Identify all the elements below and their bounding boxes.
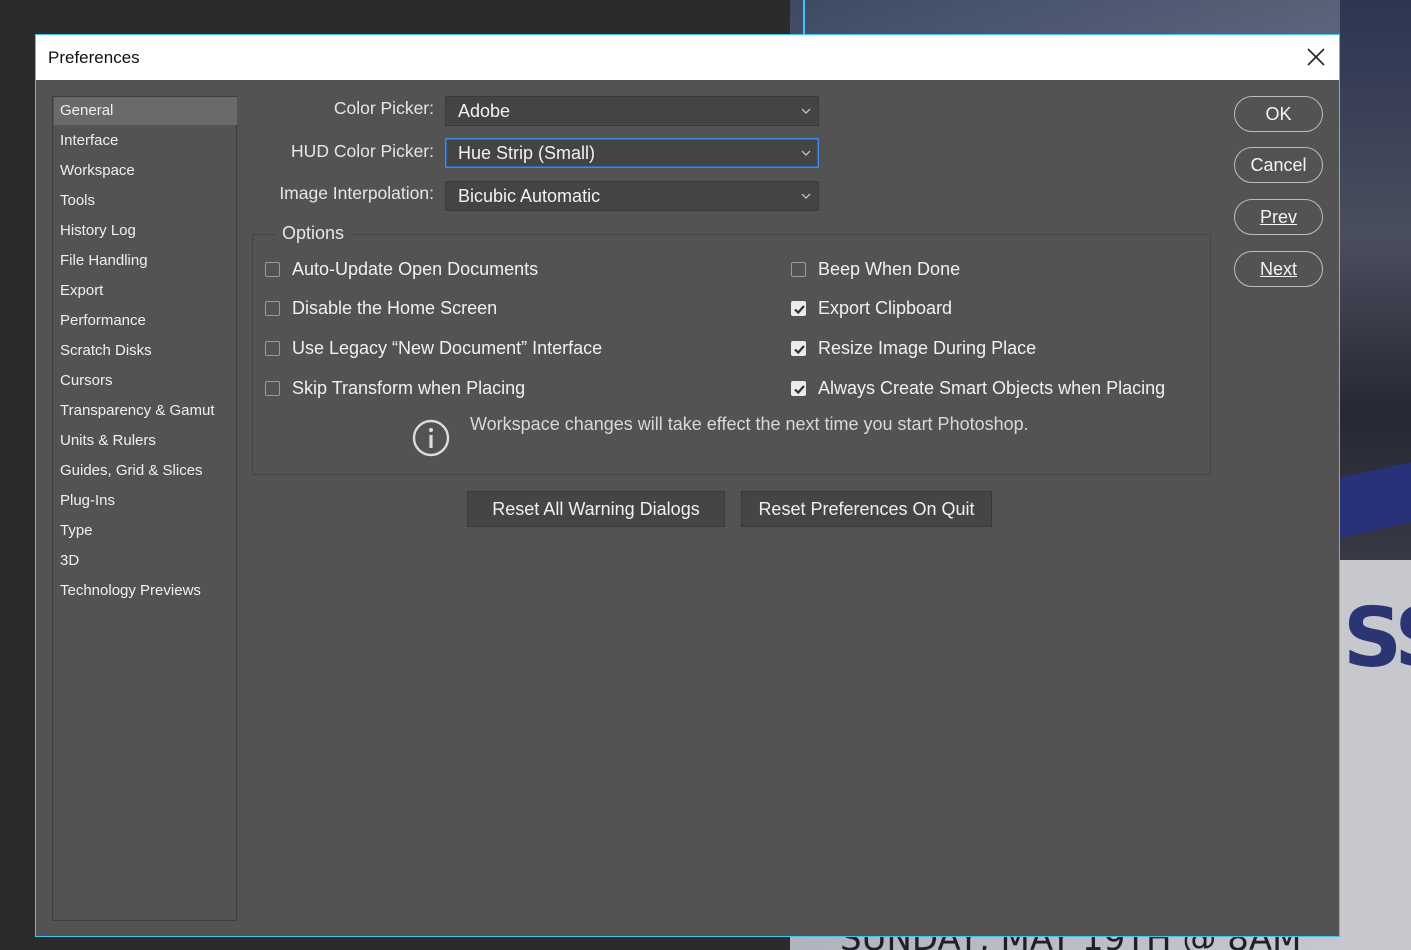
color-picker-label: Color Picker: bbox=[333, 98, 434, 118]
sidebar-item-plug-ins[interactable]: Plug-Ins bbox=[54, 487, 237, 515]
ok-button[interactable]: OK bbox=[1234, 96, 1323, 132]
sidebar-item-interface[interactable]: Interface bbox=[54, 127, 237, 155]
option-auto-update-open-documents[interactable]: Auto-Update Open Documents bbox=[265, 257, 538, 281]
checkmark-icon bbox=[794, 384, 805, 394]
option-label: Use Legacy “New Document” Interface bbox=[292, 337, 603, 358]
options-group-title: Options bbox=[276, 223, 351, 244]
image-interpolation-select[interactable]: Bicubic Automatic bbox=[445, 181, 819, 211]
option-skip-transform-when-placing[interactable]: Skip Transform when Placing bbox=[265, 376, 525, 400]
color-picker-select[interactable]: Adobe bbox=[445, 96, 819, 126]
option-label: Beep When Done bbox=[818, 258, 961, 279]
sidebar-item-technology-previews[interactable]: Technology Previews bbox=[54, 577, 237, 605]
option-always-create-smart-objects[interactable]: Always Create Smart Objects when Placing bbox=[791, 376, 1165, 400]
sidebar-item-file-handling[interactable]: File Handling bbox=[54, 247, 237, 275]
reset-preferences-button[interactable]: Reset Preferences On Quit bbox=[741, 491, 992, 527]
cancel-button[interactable]: Cancel bbox=[1234, 147, 1323, 183]
option-label: Skip Transform when Placing bbox=[292, 377, 526, 398]
close-button[interactable] bbox=[1299, 41, 1333, 73]
sidebar-item-3d[interactable]: 3D bbox=[54, 547, 237, 575]
background-guide-line bbox=[803, 0, 805, 34]
preferences-sidebar: General Interface Workspace Tools Histor… bbox=[52, 96, 237, 921]
checkbox[interactable] bbox=[265, 300, 280, 316]
hud-color-picker-label: HUD Color Picker: bbox=[291, 141, 434, 161]
sidebar-item-units-rulers[interactable]: Units & Rulers bbox=[54, 427, 237, 455]
sidebar-item-guides-grid-slices[interactable]: Guides, Grid & Slices bbox=[54, 457, 237, 485]
checkbox[interactable] bbox=[265, 380, 280, 396]
sidebar-item-transparency-gamut[interactable]: Transparency & Gamut bbox=[54, 397, 237, 425]
chevron-down-icon bbox=[801, 193, 811, 199]
sidebar-item-cursors[interactable]: Cursors bbox=[54, 367, 237, 395]
option-beep-when-done[interactable]: Beep When Done bbox=[791, 257, 960, 281]
checkbox[interactable] bbox=[265, 261, 280, 277]
sidebar-item-general[interactable]: General bbox=[54, 97, 237, 125]
sidebar-item-performance[interactable]: Performance bbox=[54, 307, 237, 335]
color-picker-value: Adobe bbox=[458, 101, 511, 121]
title-bar: Preferences bbox=[36, 35, 1339, 80]
option-label: Always Create Smart Objects when Placing bbox=[818, 377, 1166, 398]
sidebar-item-export[interactable]: Export bbox=[54, 277, 237, 305]
checkbox-checked[interactable] bbox=[791, 340, 806, 356]
image-interpolation-label: Image Interpolation: bbox=[279, 183, 434, 203]
checkbox-checked[interactable] bbox=[791, 380, 806, 396]
checkbox[interactable] bbox=[265, 340, 280, 356]
next-button[interactable]: Next bbox=[1234, 251, 1323, 287]
chevron-down-icon bbox=[801, 150, 811, 156]
sidebar-item-scratch-disks[interactable]: Scratch Disks bbox=[54, 337, 237, 365]
hud-color-picker-value: Hue Strip (Small) bbox=[458, 143, 596, 163]
checkbox-checked[interactable] bbox=[791, 300, 806, 316]
option-resize-image-during-place[interactable]: Resize Image During Place bbox=[791, 336, 1036, 360]
reset-warning-dialogs-button[interactable]: Reset All Warning Dialogs bbox=[467, 491, 725, 527]
info-icon bbox=[412, 419, 450, 457]
sidebar-item-type[interactable]: Type bbox=[54, 517, 237, 545]
sidebar-item-history-log[interactable]: History Log bbox=[54, 217, 237, 245]
dialog-title: Preferences bbox=[48, 48, 140, 67]
option-disable-home-screen[interactable]: Disable the Home Screen bbox=[265, 296, 497, 320]
chevron-down-icon bbox=[801, 108, 811, 114]
option-export-clipboard[interactable]: Export Clipboard bbox=[791, 296, 952, 320]
hud-color-picker-select[interactable]: Hue Strip (Small) bbox=[445, 138, 819, 168]
option-label: Auto-Update Open Documents bbox=[292, 258, 539, 279]
background-poster-text: SS bbox=[1343, 591, 1411, 686]
info-message: Workspace changes will take effect the n… bbox=[470, 414, 1029, 434]
sidebar-item-workspace[interactable]: Workspace bbox=[54, 157, 237, 185]
checkmark-icon bbox=[794, 344, 805, 354]
image-interpolation-value: Bicubic Automatic bbox=[458, 186, 601, 206]
option-label: Resize Image During Place bbox=[818, 337, 1037, 358]
option-use-legacy-new-document-interface[interactable]: Use Legacy “New Document” Interface bbox=[265, 336, 602, 360]
option-label: Disable the Home Screen bbox=[292, 297, 498, 318]
prev-button[interactable]: Prev bbox=[1234, 199, 1323, 235]
preferences-dialog: Preferences General Interface Workspace … bbox=[35, 34, 1340, 937]
close-icon bbox=[1307, 48, 1325, 66]
option-label: Export Clipboard bbox=[818, 297, 953, 318]
checkmark-icon bbox=[794, 304, 805, 314]
sidebar-item-tools[interactable]: Tools bbox=[54, 187, 237, 215]
checkbox[interactable] bbox=[791, 261, 806, 277]
